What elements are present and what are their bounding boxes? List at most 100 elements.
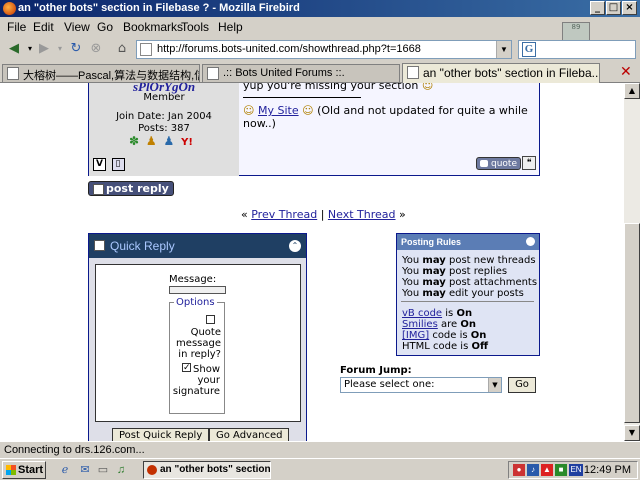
next-thread-link[interactable]: Next Thread [328,208,396,221]
go-advanced-button[interactable]: Go Advanced [209,428,290,441]
desktop-icon[interactable]: ▭ [96,463,110,477]
post-message: yup you're missing your section ☺ [243,83,433,92]
tray-antivirus-icon[interactable]: ▲ [541,464,553,476]
vb-code-line: vB code is On [402,308,472,319]
rule-line: You may post new threads [402,255,536,266]
close-tab-icon[interactable]: ✕ [620,64,632,80]
posting-rules-title: Posting Rules [401,237,462,247]
icq-icon[interactable]: ✽ [129,134,139,148]
rule-permission: may [422,266,446,277]
menu-bookmarks[interactable]: Bookmarks [123,20,183,34]
forward-icon[interactable]: ▶ [36,41,52,57]
post-signature: ☺ My Site ☺ (Old and not updated for qui… [243,104,533,130]
img-code-state: On [470,330,487,341]
maximize-button[interactable]: □ [606,1,621,15]
collapse-icon[interactable] [526,237,535,246]
windows-taskbar: Start ℯ ✉ ▭ ♫ an "other bots" section...… [0,458,640,480]
view-profile-icon[interactable]: V [93,158,106,171]
img-code-verb: code is [429,330,471,341]
forum-jump-go-button[interactable]: Go [508,377,536,393]
forward-dropdown-icon[interactable]: ▾ [52,41,68,57]
scrollbar-thumb[interactable] [624,223,640,423]
forum-jump-select[interactable]: Please select one: ▼ [340,377,502,393]
rule-prefix: You [402,277,423,288]
google-search-icon: G [522,42,536,57]
menu-view[interactable]: View [64,20,90,34]
smilies-verb: are [437,319,461,330]
quote-message-checkbox[interactable] [206,315,215,324]
page-icon [7,67,19,80]
outlook-icon[interactable]: ✉ [78,463,92,477]
forum-jump-label: Forum Jump: [340,365,412,376]
ie-icon[interactable]: ℯ [58,463,72,477]
tab-dayongshu[interactable]: 大榕树——Pascal,算法与数据结构,信息... [2,64,200,82]
page-content: sPlOrYgOn Member Join Date: Jan 2004 Pos… [0,83,624,441]
url-dropdown-icon[interactable]: ▼ [496,41,511,58]
homepage-icon[interactable]: ▯ [111,158,125,171]
home-icon[interactable]: ⌂ [114,41,130,57]
posting-rules-panel: Posting Rules You may post new threads Y… [396,233,540,356]
options-legend: Options [176,297,215,308]
html-code-state: Off [471,341,489,352]
menu-file[interactable]: File [7,20,26,34]
tray-network-icon[interactable]: ● [513,464,525,476]
tab-other-bots-section[interactable]: an "other bots" section in Fileba... [402,63,600,83]
multi-quote-icon[interactable]: ❝ [522,156,536,170]
tray-app-icon[interactable]: ■ [555,464,567,476]
tab-bots-united-forums[interactable]: .:: Bots United Forums ::. [202,64,400,82]
rule-permission: may [422,277,446,288]
quick-reply-icon [94,240,105,251]
url-input[interactable]: http://forums.bots-united.com/showthread… [136,40,512,59]
page-icon [140,43,152,56]
close-window-button[interactable]: × [622,1,637,15]
next-arrows: » [399,208,406,221]
menu-edit[interactable]: Edit [33,20,54,34]
contact-badges: ✽ ♟ ♟ Y! [129,134,196,148]
tab-bar: 大榕树——Pascal,算法与数据结构,信息... .:: Bots Unite… [0,62,640,83]
img-code-link[interactable]: [IMG] [402,330,429,341]
menu-go[interactable]: Go [97,20,113,34]
smiley-icon: ☺ [302,104,314,117]
my-site-link[interactable]: My Site [258,104,299,117]
search-input[interactable]: G [518,40,636,59]
chevron-down-icon[interactable]: ▼ [488,378,501,392]
yahoo-icon[interactable]: Y! [181,137,193,148]
vb-code-link[interactable]: vB code [402,308,442,319]
quote-button[interactable]: quote [476,157,521,170]
smilies-state: On [460,319,476,330]
tab-label: 大榕树——Pascal,算法与数据结构,信息... [23,70,199,82]
rules-divider [401,301,534,302]
prev-thread-link[interactable]: Prev Thread [251,208,317,221]
reload-icon[interactable]: ↻ [68,41,84,57]
window-titlebar[interactable]: an "other bots" section in Filebase ? - … [0,0,640,17]
scroll-up-icon[interactable]: ▲ [624,83,640,99]
msn-icon[interactable]: ♟ [163,134,174,148]
tab-label: .:: Bots United Forums ::. [223,67,345,79]
rule-action: post attachments [445,277,538,288]
back-icon[interactable]: ◀ [6,41,22,57]
taskbar-item-firebird[interactable]: an "other bots" section... [143,461,271,479]
post-quick-reply-button[interactable]: Post Quick Reply [112,428,210,441]
minimize-button[interactable]: _ [590,1,605,15]
rule-permission: may [422,288,446,299]
quicklaunch-icon[interactable]: ♫ [114,463,128,477]
smilies-link[interactable]: Smilies [402,319,438,330]
page-icon [407,66,419,79]
user-rank: Member [143,92,185,103]
menu-help[interactable]: Help [218,20,243,34]
aim-icon[interactable]: ♟ [146,134,157,148]
scroll-down-icon[interactable]: ▼ [624,425,640,441]
tray-language-icon[interactable]: EN [569,464,583,476]
tray-volume-icon[interactable]: ♪ [527,464,539,476]
page-scrollbar[interactable]: ▲ ▼ [624,83,640,441]
collapse-icon[interactable]: ⌃ [289,240,301,252]
post-reply-button[interactable]: post reply [88,181,174,196]
stop-icon[interactable]: ⊗ [88,41,104,57]
forum-post: sPlOrYgOn Member Join Date: Jan 2004 Pos… [88,83,540,176]
smiley-icon: ☺ [421,83,434,92]
menu-tools[interactable]: Tools [181,20,209,34]
system-tray: ● ♪ ▲ ■ EN 12:49 PM [508,461,638,479]
quick-reply-panel: Quick Reply ⌃ Message: Options Quote mes… [88,233,307,441]
start-button[interactable]: Start [2,461,46,479]
message-textarea[interactable] [169,286,226,294]
